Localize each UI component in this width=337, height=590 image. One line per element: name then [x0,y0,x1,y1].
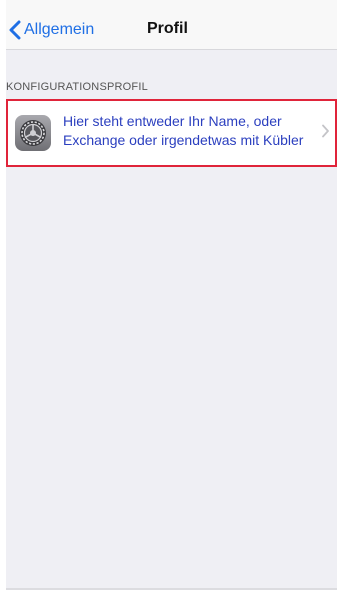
chevron-left-icon [8,20,21,40]
navigation-bar: Allgemein Profil [6,0,337,50]
chevron-right-icon [321,124,330,138]
profile-name-line-2: Exchange oder irgendetwas mit Kübler [63,132,304,148]
back-button[interactable]: Allgemein [8,18,94,42]
settings-screen: Allgemein Profil KONFIGURATIONSPROFIL Hi… [6,0,337,590]
profile-name-line-1: Hier steht entweder Ihr Name, oder [63,113,282,129]
profile-name-text: Hier steht entweder Ihr Name, oder Excha… [63,112,323,150]
page-title: Profil [147,20,188,37]
back-button-label: Allgemein [24,21,95,38]
settings-gear-icon [15,115,51,151]
section-header-konfigurationsprofil: KONFIGURATIONSPROFIL [6,81,148,93]
configuration-profile-row[interactable]: Hier steht entweder Ihr Name, oder Excha… [6,99,337,167]
